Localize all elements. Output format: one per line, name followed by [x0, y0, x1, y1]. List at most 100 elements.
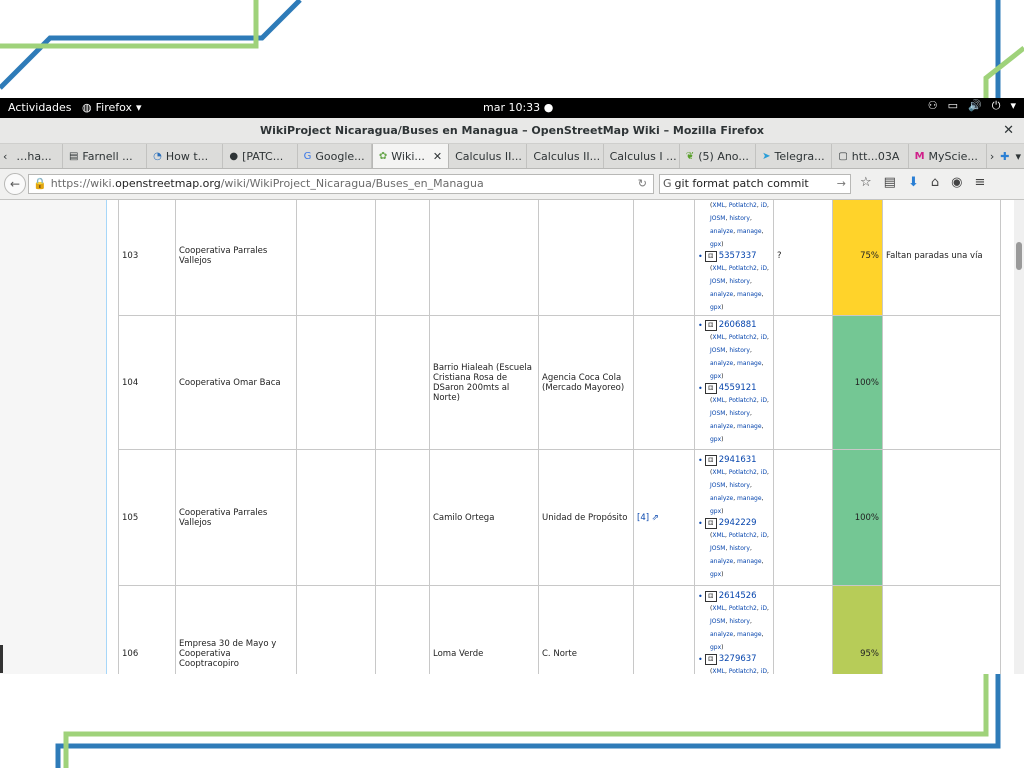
tab[interactable]: Calculus II...	[527, 144, 604, 168]
desktop-screenshot: Actividades ◍ Firefox ▾ mar 10:33 ● ⚇ ▭ …	[0, 98, 1024, 674]
tab[interactable]: ▢ htt...03A	[832, 144, 909, 168]
tab[interactable]: M MyScie...	[909, 144, 987, 168]
tab[interactable]: ❦ (5) Ano...	[680, 144, 757, 168]
way-link[interactable]: 2614526	[719, 591, 757, 601]
bookmark-star-icon[interactable]: ☆	[860, 175, 872, 190]
status-percent: 100%	[832, 315, 883, 450]
search-engine-icon[interactable]: G	[663, 177, 672, 190]
relation-icon: ⚃	[704, 590, 717, 602]
reference[interactable]: [4] ⇗	[633, 449, 695, 586]
url-prefix: https://wiki.	[50, 177, 116, 190]
way-link-row[interactable]: • ⚃ 2941631	[698, 454, 770, 466]
relation-icon: ⚃	[704, 319, 717, 331]
way-link[interactable]: 4559121	[719, 383, 757, 393]
activities-button[interactable]: Actividades	[8, 101, 72, 114]
from-stop: Barrio Hialeah (Escuela Cristiana Rosa d…	[429, 315, 539, 450]
tab-active[interactable]: ✿ Wiki... ✕	[371, 144, 450, 168]
url-host: openstreetmap.org	[115, 177, 221, 190]
m-icon: M	[914, 150, 925, 162]
reload-icon[interactable]: ↻	[638, 175, 647, 193]
note-mark	[773, 315, 833, 450]
chat-icon[interactable]: ◉	[951, 175, 962, 190]
close-icon[interactable]: ✕	[1003, 118, 1014, 143]
bookmarks-list-icon[interactable]: ▤	[884, 175, 896, 190]
notification-dot-icon: ●	[543, 101, 554, 114]
status-percent: 100%	[832, 449, 883, 586]
chevron-down-icon[interactable]: ▾	[1010, 100, 1016, 111]
note-mark: ?	[773, 200, 833, 316]
tab-label: Wiki...	[391, 149, 425, 163]
reference	[633, 200, 695, 316]
way-link[interactable]: 5357337	[719, 251, 757, 261]
ways-cell: • ⚃ 2606881 (XML, Potlatch2, iD, JOSM, his…	[694, 315, 774, 450]
power-icon[interactable]: ⏻	[992, 100, 1001, 111]
tab-label: Calculus II...	[455, 149, 522, 163]
tab-scroll-right-icon[interactable]: ›	[987, 144, 997, 168]
to-stop: C. Norte	[538, 585, 634, 674]
url-bar[interactable]: 🔒 https://wiki.openstreetmap.org/wiki/Wik…	[28, 174, 654, 194]
tab-label: MyScie...	[928, 149, 978, 163]
tab[interactable]: Calculus I ...	[604, 144, 680, 168]
way-tools: (XML, Potlatch2, iD, JOSM, history, anal…	[710, 201, 769, 248]
way-link[interactable]: 2942229	[719, 518, 757, 528]
to-stop: Agencia Coca Cola (Mercado Mayoreo)	[538, 315, 634, 450]
bus-routes-table: 103 Cooperativa Parrales Vallejos (XML, …	[118, 200, 1001, 674]
way-link-row[interactable]: • ⚃ 2942229	[698, 517, 770, 529]
system-tray[interactable]: ⚇ ▭ 🔊 ⏻ ▾	[928, 100, 1016, 111]
back-button[interactable]: ←	[4, 173, 26, 195]
way-link-row[interactable]: • ⚃ 4559121	[698, 382, 770, 394]
tab[interactable]: ● [PATC...	[223, 144, 298, 168]
page-scrollbar[interactable]	[1014, 200, 1024, 674]
new-tab-icon[interactable]: ✚	[997, 144, 1012, 168]
reference-link[interactable]: [4]	[637, 513, 649, 523]
download-icon[interactable]: ⬇	[908, 175, 919, 190]
github-icon: ●	[229, 150, 239, 162]
way-link-row[interactable]: • ⚃ 5357337	[698, 250, 770, 262]
note-mark	[773, 449, 833, 586]
way-link-row[interactable]: • ⚃ 2606881	[698, 319, 770, 331]
tab[interactable]: ➤ Telegra...	[756, 144, 833, 168]
toolbar-icons: ☆ ▤ ⬇ ⌂ ◉ ≡	[860, 175, 985, 190]
way-link[interactable]: 2941631	[719, 455, 757, 465]
to-stop	[538, 200, 634, 316]
tab[interactable]: ◔ How t...	[147, 144, 224, 168]
volume-icon[interactable]: 🔊	[968, 100, 982, 111]
empty-cell	[296, 585, 376, 674]
menu-icon[interactable]: ≡	[974, 175, 985, 190]
way-link-row[interactable]: • ⚃ 2614526	[698, 590, 770, 602]
from-stop	[429, 200, 539, 316]
accessibility-icon[interactable]: ⚇	[928, 100, 938, 111]
clock[interactable]: mar 10:33 ●	[483, 101, 553, 114]
url-path: /wiki/WikiProject_Nicaragua/Buses_en_Man…	[220, 177, 484, 190]
screen-icon[interactable]: ▭	[948, 100, 958, 111]
search-go-icon[interactable]: →	[837, 175, 846, 193]
page-content: 103 Cooperativa Parrales Vallejos (XML, …	[0, 200, 1024, 674]
way-link-row[interactable]: • ⚃ 3279637	[698, 653, 770, 665]
home-icon[interactable]: ⌂	[931, 175, 939, 190]
empty-cell	[375, 200, 430, 316]
app-menu[interactable]: ◍ Firefox ▾	[82, 101, 142, 114]
scrollbar-thumb[interactable]	[1016, 242, 1022, 270]
tab-label: Calculus I ...	[609, 149, 677, 163]
route-number: 104	[118, 315, 176, 450]
tab-scroll-left-icon[interactable]: ‹	[0, 144, 10, 168]
way-link[interactable]: 3279637	[719, 654, 757, 664]
tab-list-icon[interactable]: ▾	[1012, 144, 1024, 168]
relation-icon: ⚃	[704, 517, 717, 529]
way-link[interactable]: 2606881	[719, 320, 757, 330]
search-input[interactable]: git format patch commit	[675, 177, 809, 190]
tab[interactable]: Calculus II...	[449, 144, 528, 168]
tab-label: [PATC...	[242, 149, 284, 163]
tab-label: (5) Ano...	[698, 149, 749, 163]
tab[interactable]: …ha...	[10, 144, 63, 168]
gnome-top-bar: Actividades ◍ Firefox ▾ mar 10:33 ● ⚇ ▭ …	[0, 98, 1024, 118]
tab-close-icon[interactable]: ✕	[433, 150, 442, 163]
tab-label: Telegra...	[774, 149, 825, 163]
tab[interactable]: G Google...	[298, 144, 372, 168]
empty-cell	[296, 315, 376, 450]
tab[interactable]: ▤ Farnell ...	[63, 144, 148, 168]
way-tools: (XML, Potlatch2, iD, JOSM, history, anal…	[710, 667, 769, 675]
reference	[633, 315, 695, 450]
search-bar[interactable]: Ggit format patch commit →	[659, 174, 851, 194]
note-mark	[773, 585, 833, 674]
